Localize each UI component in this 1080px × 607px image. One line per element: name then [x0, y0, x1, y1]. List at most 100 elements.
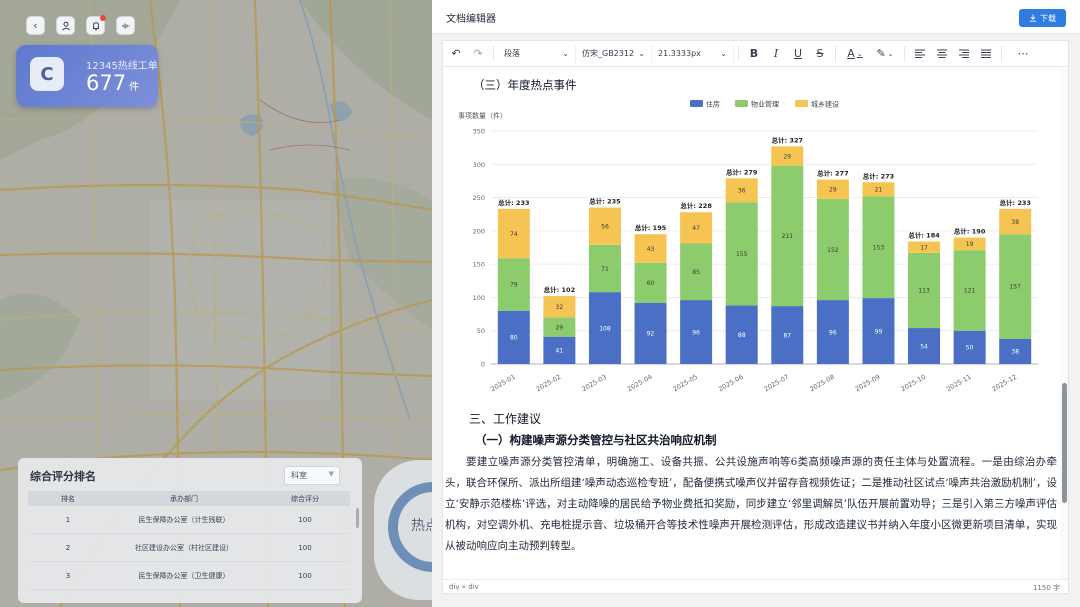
toolbar-divider	[835, 45, 836, 62]
align-left-icon[interactable]	[909, 43, 931, 65]
bar-total-label: 总计: 327	[772, 135, 803, 144]
ranking-table-header: 排名 承办部门 综合评分	[28, 491, 350, 506]
table-row[interactable]: 1 民生保障办公室（计生残联） 100	[28, 506, 350, 534]
user-icon[interactable]	[56, 16, 75, 35]
align-justify-icon[interactable]	[975, 43, 997, 65]
toolbar-divider	[1001, 45, 1002, 62]
word-count: 1150 字	[1032, 584, 1060, 592]
document-scrollbar-thumb[interactable]	[1062, 383, 1067, 503]
drawer-header: 文档编辑器 下载	[432, 0, 1080, 34]
redo-icon[interactable]: ↷	[467, 43, 489, 65]
bar-total-label: 总计: 184	[908, 231, 940, 240]
bar-value-label: 32	[556, 304, 564, 311]
legend-swatch	[795, 100, 808, 107]
bar-value-label: 80	[510, 335, 518, 342]
ranking-table: 排名 承办部门 综合评分 1 民生保障办公室（计生残联） 100 2 社区建设办…	[28, 491, 350, 590]
x-tick-label: 2025-04	[626, 373, 654, 394]
x-tick-label: 2025-05	[672, 373, 700, 394]
bar-value-label: 157	[1009, 284, 1021, 291]
hotspot-widget[interactable]: 热点	[374, 460, 432, 600]
bar-value-label: 211	[782, 233, 794, 240]
bar-total-label: 总计: 195	[635, 223, 667, 232]
editor-statusbar: div » div 1150 字	[443, 579, 1068, 594]
undo-icon[interactable]: ↶	[445, 43, 467, 65]
subsection-title: （一）构建噪声源分类管控与社区共治响应机制	[475, 433, 717, 447]
map-dashboard: ‹ C 12345热线工单 677 件 综合评分排名 科室 ▼ 排名 承办部门 综合…	[0, 0, 432, 607]
x-tick-label: 2025-02	[535, 373, 563, 394]
bar-value-label: 155	[736, 251, 748, 258]
bar-total-label: 总计: 273	[863, 171, 894, 180]
x-tick-label: 2025-10	[900, 373, 928, 394]
chevron-down-icon: ⌄	[562, 49, 569, 58]
table-row[interactable]: 2 社区建设办公室（村社区建设） 100	[28, 534, 350, 562]
bar-value-label: 108	[599, 325, 611, 332]
x-tick-label: 2025-01	[489, 373, 517, 394]
bar-value-label: 54	[920, 343, 928, 350]
toolbar-divider	[904, 45, 905, 62]
x-tick-label: 2025-11	[945, 373, 973, 394]
bar-value-label: 50	[966, 345, 974, 352]
bar-value-label: 36	[738, 188, 746, 195]
back-icon[interactable]: ‹	[26, 16, 45, 35]
hotline-card[interactable]: C 12345热线工单 677 件	[16, 45, 158, 107]
bar-value-label: 29	[556, 324, 564, 331]
y-tick-label: 50	[477, 327, 485, 335]
bar-value-label: 85	[692, 269, 700, 276]
bar-value-label: 38	[1011, 219, 1019, 226]
italic-icon[interactable]: I	[765, 43, 787, 65]
document-scrollbar-track[interactable]	[1060, 68, 1068, 580]
highlight-icon[interactable]: ✎ ⌄	[870, 43, 900, 65]
more-icon[interactable]: ⋯	[1012, 43, 1034, 65]
chart-svg: 事项数量（件） 0 50 100 150 200 250 300 350 住房 物业管理 城乡建设 80…	[458, 100, 1038, 394]
align-right-icon[interactable]	[953, 43, 975, 65]
bar-total-label: 总计: 233	[498, 198, 529, 207]
download-button[interactable]: 下载	[1019, 9, 1066, 27]
bar-value-label: 113	[918, 288, 930, 295]
x-tick-label: 2025-07	[763, 373, 791, 394]
bar-value-label: 99	[875, 328, 883, 335]
x-tick-label: 2025-03	[580, 373, 608, 394]
bar-value-label: 88	[738, 332, 746, 339]
editor-frame: ↶ ↷ 段落 ⌄ 仿宋_GB2312 ⌄ 21.3333px ⌄ B I U S A ⌄…	[442, 40, 1069, 594]
hotline-count: 677 件	[86, 71, 140, 95]
x-tick-label: 2025-08	[808, 373, 836, 394]
bar-value-label: 96	[829, 329, 837, 336]
legend-label: 城乡建设	[811, 100, 839, 109]
underline-icon[interactable]: U	[787, 43, 809, 65]
x-tick-label: 2025-06	[717, 373, 745, 394]
toolbar-divider	[493, 45, 494, 62]
section-title: 三、工作建议	[469, 412, 542, 426]
font-color-icon[interactable]: A ⌄	[840, 43, 870, 65]
ranking-filter-select[interactable]: 科室 ▼	[284, 466, 340, 485]
font-size-select[interactable]: 21.3333px ⌄	[652, 44, 734, 63]
editor-toolbar: ↶ ↷ 段落 ⌄ 仿宋_GB2312 ⌄ 21.3333px ⌄ B I U S A ⌄…	[443, 41, 1068, 67]
font-family-select[interactable]: 仿宋_GB2312 ⌄	[576, 44, 652, 63]
document-content[interactable]: （三）年度热点事件 事项数量（件） 0 50 100 150 200 250 300 350 住房…	[443, 68, 1060, 580]
x-tick-label: 2025-09	[854, 373, 882, 394]
y-tick-label: 350	[473, 128, 485, 136]
x-tick-label: 2025-12	[991, 373, 1019, 394]
bar-value-label: 152	[827, 247, 839, 254]
bar-value-label: 71	[601, 266, 609, 273]
ranking-scrollbar[interactable]	[356, 508, 359, 528]
bar-total-label: 总计: 279	[726, 167, 758, 176]
notification-dot	[100, 15, 106, 21]
y-tick-label: 0	[481, 361, 485, 369]
strikethrough-icon[interactable]: S	[809, 43, 831, 65]
bell-icon[interactable]	[86, 15, 106, 35]
table-row[interactable]: 3 民生保障办公室（卫生健康） 100	[28, 562, 350, 590]
bar-total-label: 总计: 277	[817, 169, 848, 178]
align-center-icon[interactable]	[931, 43, 953, 65]
bar-total-label: 总计: 102	[544, 285, 575, 294]
y-axis-label: 事项数量（件）	[458, 111, 507, 120]
bold-icon[interactable]: B	[743, 43, 765, 65]
y-tick-label: 300	[473, 161, 485, 169]
block-format-select[interactable]: 段落 ⌄	[498, 44, 576, 63]
bar-value-label: 79	[510, 282, 518, 289]
bar-value-label: 38	[1011, 349, 1019, 356]
bar-value-label: 96	[692, 329, 700, 336]
ranking-panel: 综合评分排名 科室 ▼ 排名 承办部门 综合评分 1 民生保障办公室（计生残联） …	[18, 458, 362, 603]
drawer-title: 文档编辑器	[446, 14, 496, 25]
voice-icon[interactable]	[116, 16, 135, 35]
bar-value-label: 121	[964, 288, 976, 295]
